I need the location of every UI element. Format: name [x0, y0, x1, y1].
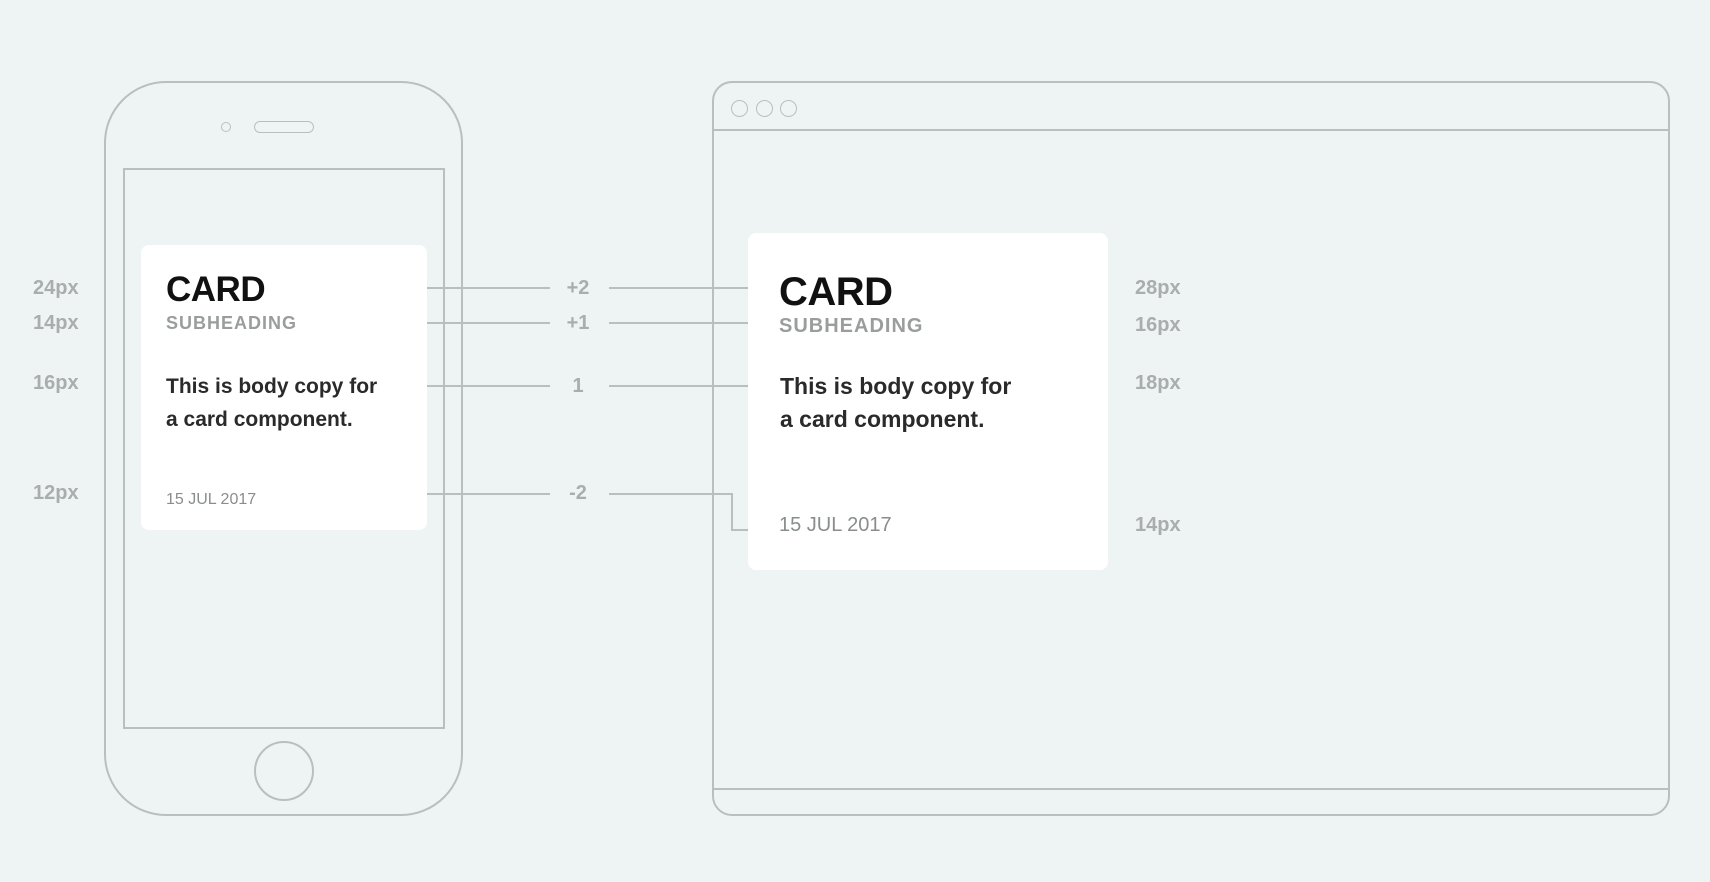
mobile-card-body-line: a card component. [166, 408, 353, 431]
desktop-card-body-line: This is body copy for [780, 373, 1012, 399]
phone-home-button-icon [254, 741, 314, 801]
mobile-card-body: This is body copy for a card component. [166, 370, 377, 436]
subheading-scale-step: +1 [566, 312, 590, 334]
body-scale-step: 1 [572, 375, 584, 397]
desktop-title-size-label: 28px [1135, 277, 1181, 299]
title-scale-step: +2 [566, 277, 590, 299]
mobile-subheading-size-label: 14px [33, 312, 79, 334]
desktop-body-size-label: 18px [1135, 372, 1181, 394]
mobile-card-title: CARD [166, 270, 266, 309]
desktop-card-body-line: a card component. [780, 406, 985, 432]
browser-window-dot-icon [731, 100, 748, 117]
desktop-card-body: This is body copy for a card component. [780, 370, 1011, 436]
mobile-title-size-label: 24px [33, 277, 79, 299]
date-scale-step: -2 [569, 482, 587, 504]
mobile-card-date: 15 JUL 2017 [166, 491, 257, 508]
mobile-card-body-line: This is body copy for [166, 375, 378, 398]
desktop-card-subheading: SUBHEADING [779, 315, 924, 337]
desktop-card-date: 15 JUL 2017 [779, 514, 892, 536]
browser-window-dot-icon [780, 100, 797, 117]
desktop-subheading-size-label: 16px [1135, 314, 1181, 336]
mobile-body-size-label: 16px [33, 372, 79, 394]
browser-window-dot-icon [756, 100, 773, 117]
browser-footer-divider [713, 788, 1669, 790]
desktop-card-title: CARD [779, 270, 893, 314]
mobile-card-subheading: SUBHEADING [166, 313, 298, 333]
phone-camera-icon [221, 122, 231, 132]
browser-toolbar-divider [713, 129, 1669, 131]
mobile-date-size-label: 12px [33, 482, 79, 504]
desktop-date-size-label: 14px [1135, 514, 1181, 536]
phone-speaker-icon [254, 121, 314, 133]
